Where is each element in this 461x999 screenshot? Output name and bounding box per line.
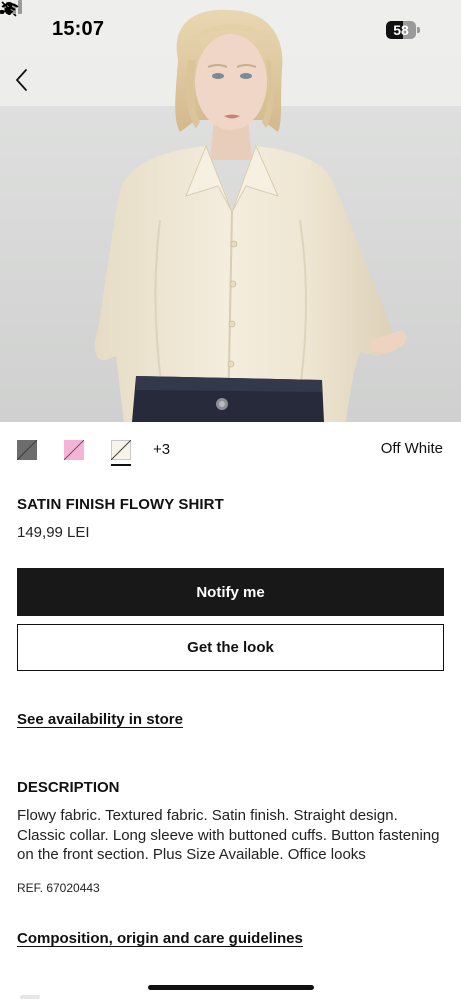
color-swatch-pink[interactable]: [64, 440, 84, 460]
product-reference: REF. 67020443: [17, 881, 100, 895]
bottom-edge-mark: [20, 995, 40, 999]
status-bar: 15:07 58: [0, 0, 461, 60]
more-colors-button[interactable]: +3: [153, 441, 170, 458]
color-swatch-off-white[interactable]: [111, 440, 131, 460]
status-time: 15:07: [52, 18, 105, 40]
product-image[interactable]: 15:07 58: [0, 0, 461, 422]
battery-cap: [417, 27, 420, 33]
battery-icon: 58: [386, 21, 420, 39]
selected-swatch-indicator: [111, 464, 131, 466]
color-swatch-grey[interactable]: [17, 440, 37, 460]
description-text: Flowy fabric. Textured fabric. Satin fin…: [17, 807, 440, 863]
chevron-left-icon: [16, 69, 27, 91]
notify-me-button[interactable]: Notify me: [17, 568, 444, 616]
composition-care-link[interactable]: Composition, origin and care guidelines: [17, 930, 303, 947]
product-title: SATIN FINISH FLOWY SHIRT: [17, 496, 224, 513]
selected-color-name: Off White: [380, 440, 443, 457]
model-photo: [0, 0, 461, 422]
wifi-icon: [1, 2, 19, 15]
product-price: 149,99 LEI: [17, 524, 90, 541]
battery-percent: 58: [393, 22, 409, 38]
battery-body: 58: [386, 21, 416, 39]
get-the-look-button[interactable]: Get the look: [17, 624, 444, 671]
home-indicator[interactable]: [148, 985, 314, 990]
description-heading: DESCRIPTION: [17, 779, 120, 796]
see-availability-link[interactable]: See availability in store: [17, 711, 183, 728]
color-selector: +3 Off White: [0, 432, 461, 468]
back-button[interactable]: [10, 64, 38, 96]
